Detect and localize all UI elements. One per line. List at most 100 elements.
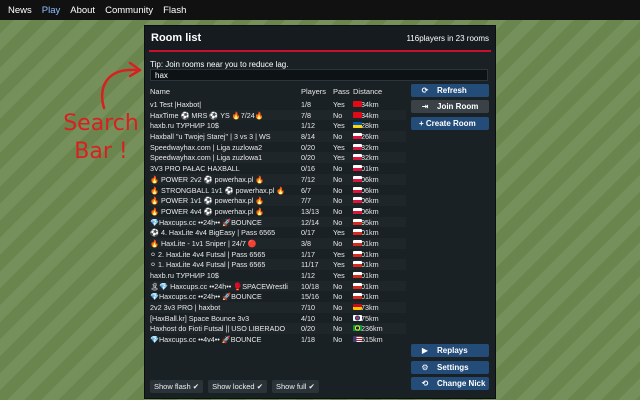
replays-label: Replays <box>437 346 468 355</box>
room-name: 💎Haxcups.cc ••4v4•• 🚀BOUNCE <box>150 335 262 345</box>
room-name: 2v2 3v3 PRO | haxbot <box>150 303 221 313</box>
nav-about[interactable]: About <box>70 5 95 16</box>
table-row[interactable]: 💎Haxcups.cc ••4v4•• 🚀BOUNCE 1/18 No 10515km <box>150 334 406 345</box>
flag-ru-icon <box>353 250 362 257</box>
show-flash-toggle[interactable]: Show flash ✔ <box>150 380 204 393</box>
room-pass: Yes <box>333 142 345 152</box>
change-nick-button[interactable]: ⟲ Change Nick <box>411 377 489 390</box>
room-pass: No <box>333 132 343 142</box>
room-name: Speedwayhax.com | Liga zuzlowa2 <box>150 142 263 152</box>
room-players: 4/10 <box>301 313 315 323</box>
room-name: 3V3 PRO PAŁAC HAXBALL <box>150 164 240 174</box>
join-room-button[interactable]: ⇥ Join Room <box>411 100 489 113</box>
refresh-icon: ⟳ <box>421 86 429 95</box>
replays-button[interactable]: ▶ Replays <box>411 344 489 357</box>
table-row[interactable]: Speedwayhax.com | Liga zuzlowa1 0/20 Yes 25… <box>150 152 406 163</box>
table-row[interactable]: 🔥 POWER 1v1 ⚽ powerhax.pl 🔥 7/7 No 2606km <box>150 195 406 206</box>
room-name: 🔥 HaxLite - 1v1 Sniper | 24/7 🔴 <box>150 238 257 248</box>
flag-pl-icon <box>353 133 362 140</box>
flag-ru-icon <box>353 218 362 225</box>
table-row[interactable]: Haxball "u Twojej Starej" | 3 vs 3 | WS 8… <box>150 131 406 142</box>
refresh-button[interactable]: ⟳ Refresh <box>411 84 489 97</box>
table-row[interactable]: [HaxBall.kr] Space Bounce 3v3 4/10 No 8475k… <box>150 313 406 324</box>
table-row[interactable]: 🔥 POWER 4v4 ⚽ powerhax.pl 🔥 13/13 No 2606km <box>150 206 406 217</box>
room-pass: Yes <box>333 153 345 163</box>
flag-pl-icon <box>353 207 362 214</box>
flag-es-icon <box>353 304 362 311</box>
table-row[interactable]: haxb.ru ТУРНИР 10$ 1/12 Yes 2901km <box>150 270 406 281</box>
room-pass: No <box>333 110 343 120</box>
room-players: 1/18 <box>301 335 315 345</box>
nav-news[interactable]: News <box>8 5 32 16</box>
room-distance-cell: 2606km <box>353 196 379 205</box>
room-distance-cell: 2901km <box>353 271 379 280</box>
room-players: 0/20 <box>301 142 315 152</box>
room-players: 1/17 <box>301 249 315 259</box>
room-pass: No <box>333 164 343 174</box>
table-row[interactable]: 🔥 STRONGBALL 1v1 ⚽ powerhax.pl 🔥 6/7 No 260… <box>150 185 406 196</box>
table-row[interactable]: HaxTime ⚽ MRS ⚽ YS 🔥7/24🔥 7/8 No 1234km <box>150 110 406 121</box>
table-row[interactable]: 🔥 HaxLite - 1v1 Sniper | 24/7 🔴 3/8 No 2901… <box>150 238 406 249</box>
show-full-toggle[interactable]: Show full ✔ <box>272 380 319 393</box>
nav-flash[interactable]: Flash <box>163 5 186 16</box>
table-row[interactable]: v1 Test |Haxbot| 1/8 Yes 1234km <box>150 99 406 110</box>
flag-tr-icon <box>353 111 362 118</box>
flag-kr-icon <box>353 314 362 321</box>
dialog-header: Room list 116players in 23 rooms <box>145 26 495 50</box>
table-row[interactable]: haxb.ru ТУРНИР 10$ 1/12 Yes 2028km <box>150 120 406 131</box>
create-room-button[interactable]: + Create Room <box>411 117 489 130</box>
table-row[interactable]: Speedwayhax.com | Liga zuzlowa2 0/20 Yes 25… <box>150 142 406 153</box>
join-room-label: Join Room <box>437 102 479 111</box>
col-players[interactable]: Players <box>301 87 326 96</box>
col-distance[interactable]: Distance <box>353 87 382 96</box>
room-name: haxb.ru ТУРНИР 10$ <box>150 271 219 280</box>
room-pass: No <box>333 196 343 206</box>
flag-us-icon <box>353 336 362 343</box>
room-distance-cell: 8475km <box>353 314 379 323</box>
show-flash-label: Show flash <box>154 382 191 391</box>
flag-br-icon <box>353 325 362 332</box>
table-row[interactable]: ⚪ 2. HaxLite 4v4 Futsal | Pass 6565 1/17 Y… <box>150 249 406 260</box>
room-players: 15/16 <box>301 292 319 302</box>
table-row[interactable]: Haxhost do Fioti Futsal || USO LIBERADO 0… <box>150 323 406 334</box>
flag-ru-icon <box>353 272 362 278</box>
room-pass: Yes <box>333 100 345 109</box>
flag-pl-icon <box>353 197 362 204</box>
table-row[interactable]: 🔥 POWER 2v2 ⚽ powerhax.pl 🔥 7/12 No 2606km <box>150 174 406 185</box>
room-pass: Yes <box>333 121 345 131</box>
room-players: 0/20 <box>301 153 315 163</box>
room-name: Haxhost do Fioti Futsal || USO LIBERADO <box>150 324 286 334</box>
flag-ru-icon <box>353 293 362 300</box>
room-pass: Yes <box>333 228 345 238</box>
dialog-title: Room list <box>151 32 202 44</box>
tip-text: Tip: Join rooms near you to reduce lag. <box>150 60 289 69</box>
room-distance-cell: 2606km <box>353 186 379 195</box>
col-pass[interactable]: Pass <box>333 87 350 96</box>
nav-community[interactable]: Community <box>105 5 153 16</box>
create-room-label: + Create Room <box>419 119 476 128</box>
settings-button[interactable]: ⚙ Settings <box>411 361 489 374</box>
room-pass: No <box>333 281 343 291</box>
col-name[interactable]: Name <box>150 87 170 96</box>
table-row[interactable]: ⚪ 1. HaxLite 4v4 Futsal | Pass 6565 11/17… <box>150 259 406 270</box>
flag-pl-icon <box>353 154 362 161</box>
room-pass: No <box>333 174 343 184</box>
show-locked-toggle[interactable]: Show locked ✔ <box>208 380 267 393</box>
play-icon: ▶ <box>421 346 429 355</box>
table-row[interactable]: 💎Haxcups.cc ••24h•• 🚀BOUNCE 15/16 No 2901km <box>150 291 406 302</box>
sign-in-icon: ⇥ <box>421 102 429 111</box>
room-pass: No <box>333 185 343 195</box>
room-distance-cell: 2601km <box>353 164 379 173</box>
room-distance-cell: 2901km <box>353 239 379 248</box>
nav-play[interactable]: Play <box>42 5 60 16</box>
search-input[interactable] <box>150 69 488 81</box>
room-distance-cell: 2901km <box>353 292 379 301</box>
table-row[interactable]: 2v2 3v3 PRO | haxbot 7/10 No 3273km <box>150 302 406 313</box>
room-players: 7/7 <box>301 196 311 206</box>
table-row[interactable]: 🏝💎 Haxcups.cc ••24h•• 🥊SPACEWrestli 10/18… <box>150 281 406 292</box>
table-row[interactable]: 💎Haxcups.cc ••24h•• 🚀BOUNCE 12/14 No 2895km <box>150 217 406 228</box>
table-row[interactable]: ⚽ 4. HaxLite 4v4 BigEasy | Pass 6565 0/17… <box>150 227 406 238</box>
room-name: 🏝💎 Haxcups.cc ••24h•• 🥊SPACEWrestli <box>150 281 288 291</box>
table-row[interactable]: 3V3 PRO PAŁAC HAXBALL 0/16 No 2601km <box>150 163 406 174</box>
room-distance-cell: 1234km <box>353 100 379 109</box>
